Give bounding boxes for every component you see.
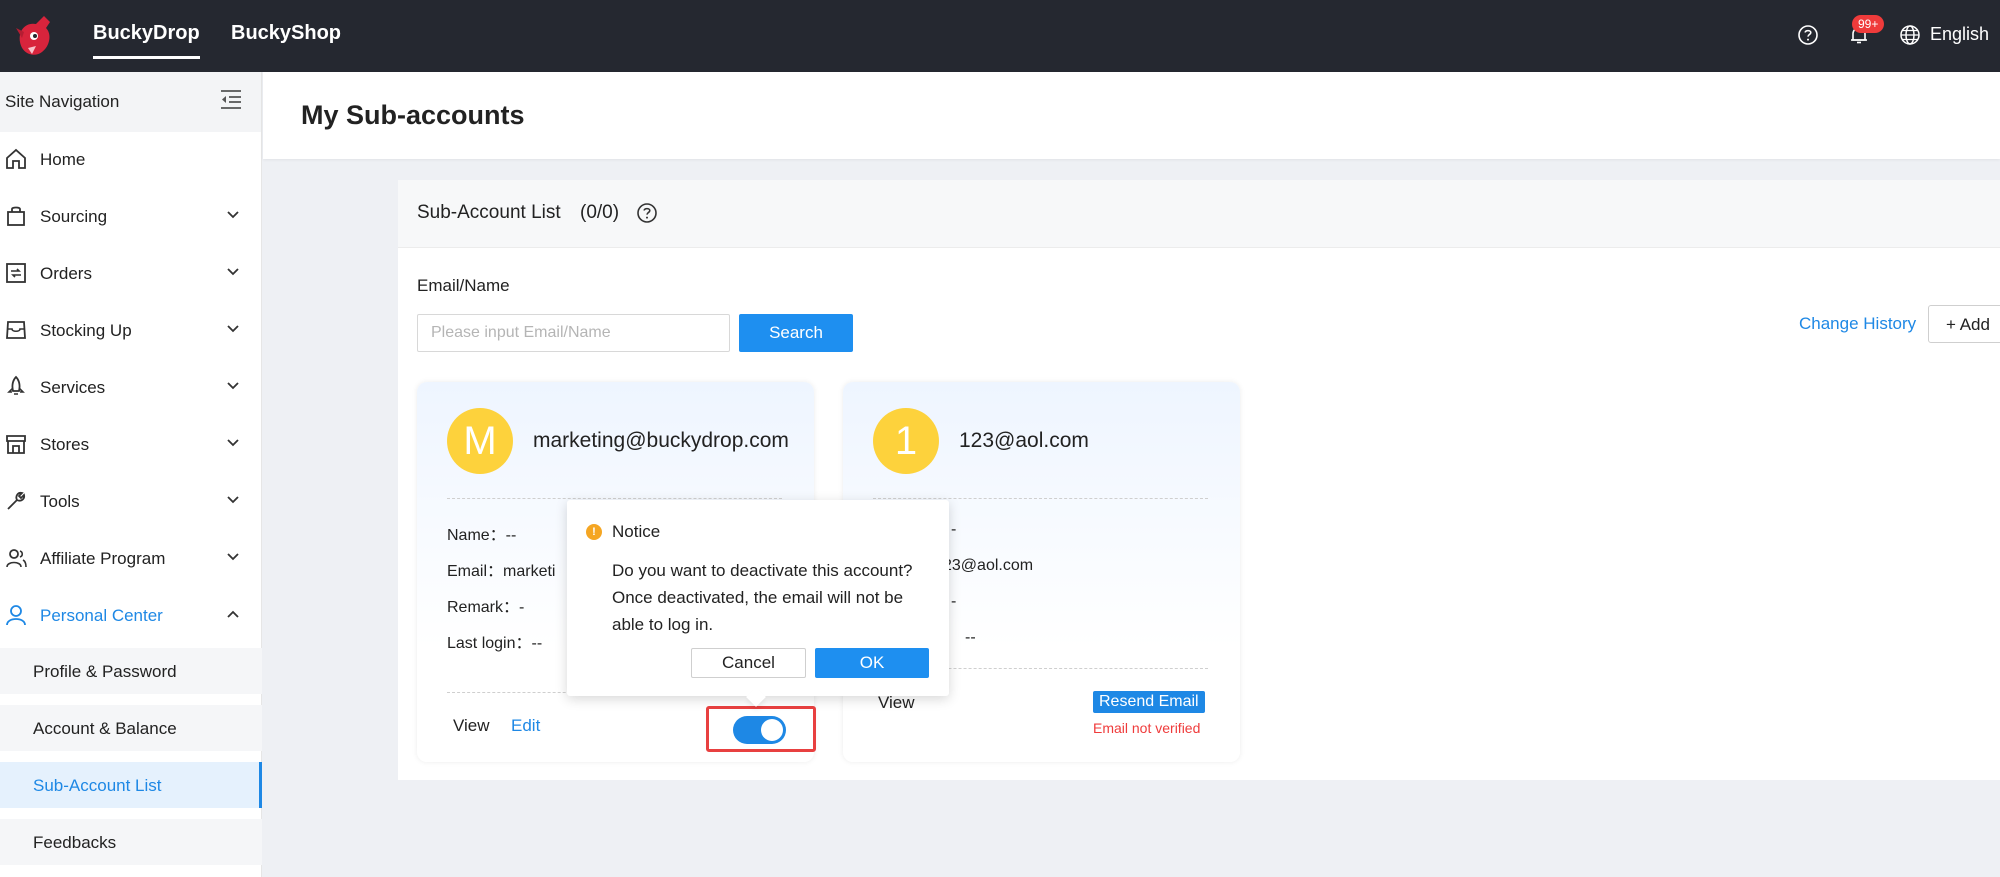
inbox-icon [6,321,26,339]
sidebar-item-label: Home [40,150,86,169]
sidebar-item-label: Sourcing [40,207,108,226]
sidebar-item-services[interactable]: Services [0,364,262,410]
sidebar-subitem-sub-account-list[interactable]: Sub-Account List [0,762,262,808]
globe-icon[interactable] [1899,24,1921,46]
avatar: M [447,408,513,474]
sidebar-subitem-label: Sub-Account List [33,776,162,795]
tab-buckyshop[interactable]: BuckyShop [231,22,341,45]
account-active-toggle[interactable] [733,716,786,744]
popover-message: Do you want to deactivate this account? … [612,561,913,634]
warning-icon: ! [586,524,602,540]
collapse-menu-icon[interactable] [219,88,243,110]
user-icon [6,605,26,626]
language-selector[interactable]: English [1930,24,1989,45]
page-title: My Sub-accounts [301,100,525,130]
sidebar-item-personal-center[interactable]: Personal Center [0,592,262,638]
sidebar-subitem-label: Profile & Password [33,662,177,681]
notification-badge: 99+ [1852,15,1885,33]
status-text: Email not verified [1093,720,1201,736]
resend-email-button[interactable]: Resend Email [1093,691,1205,713]
account-email-detail: 23@aol.com [943,557,1034,574]
account-email: 123@aol.com [959,429,1089,452]
account-name: Name：-- [447,527,517,544]
cancel-button[interactable]: Cancel [691,648,806,678]
wrench-icon [7,491,26,510]
home-icon [6,148,26,169]
view-link[interactable]: View [878,693,915,713]
sidebar-subitem-label: Account & Balance [33,719,177,738]
page-header: My Sub-accounts [263,72,2000,159]
sidebar-item-stores[interactable]: Stores [0,421,262,467]
toggle-highlight [706,706,816,752]
sidebar-item-tools[interactable]: Tools [0,478,262,524]
sidebar-item-sourcing[interactable]: Sourcing [0,193,262,239]
popover-title: Notice [612,522,661,541]
chevron-down-icon [227,268,239,276]
edit-link[interactable]: Edit [511,716,540,736]
divider [873,498,1208,499]
chevron-down-icon [227,211,239,219]
top-bar: BuckyDrop BuckyShop 99+ English [0,0,2000,72]
deactivate-confirm-popover: ! Notice Do you want to deactivate this … [567,500,949,696]
chevron-down-icon [227,382,239,390]
account-count: (0/0) [580,202,620,223]
account-email-detail: Email：marketi [447,563,556,580]
account-name: - [951,521,957,538]
account-last-login: Last login：-- [447,635,543,652]
sidebar-item-label: Tools [40,492,80,511]
sidebar-subitem-account-balance[interactable]: Account & Balance [0,705,262,751]
toggle-knob [761,719,783,741]
sidebar: Site Navigation Home Sourcing Orders Sto… [0,72,262,877]
search-input[interactable] [417,314,730,352]
sidebar-item-label: Personal Center [40,606,163,625]
sidebar-header: Site Navigation [0,72,261,132]
tab-buckydrop[interactable]: BuckyDrop [93,22,200,59]
chevron-up-icon [227,610,239,618]
orders-icon [6,263,26,283]
sidebar-item-home[interactable]: Home [0,136,262,182]
bag-icon [7,206,25,226]
panel-title: Sub-Account List [417,202,561,223]
sidebar-subitem-profile-password[interactable]: Profile & Password [0,648,262,694]
divider [447,498,782,499]
account-last-login: -- [965,629,976,646]
help-icon[interactable] [636,202,658,224]
sidebar-item-label: Stores [40,435,90,454]
sidebar-item-orders[interactable]: Orders [0,250,262,296]
sidebar-title: Site Navigation [5,92,120,111]
rocket-icon [7,375,25,395]
add-button[interactable]: + Add [1928,305,2000,343]
ok-button[interactable]: OK [815,648,929,678]
chevron-down-icon [227,496,239,504]
sidebar-subitem-feedbacks[interactable]: Feedbacks [0,819,262,865]
buckydrop-logo[interactable] [12,12,58,60]
help-icon[interactable] [1797,24,1819,46]
sidebar-item-affiliate-program[interactable]: Affiliate Program [0,535,262,581]
panel-header: Sub-Account List (0/0) [398,180,2000,248]
chevron-down-icon [227,439,239,447]
sidebar-item-label: Affiliate Program [40,549,166,568]
avatar: 1 [873,408,939,474]
sidebar-item-label: Orders [40,264,92,283]
account-email: marketing@buckydrop.com [533,429,789,452]
chevron-down-icon [227,325,239,333]
filter-label: Email/Name [417,276,510,295]
sidebar-subitem-label: Feedbacks [33,833,117,852]
account-remark: Remark：- [447,599,525,616]
search-button[interactable]: Search [739,314,853,352]
store-icon [6,435,26,454]
sidebar-item-stocking-up[interactable]: Stocking Up [0,307,262,353]
sidebar-item-label: Services [40,378,106,397]
sidebar-item-label: Stocking Up [40,321,132,340]
change-history-link[interactable]: Change History [1799,314,1916,334]
chevron-down-icon [227,553,239,561]
users-icon [6,549,27,568]
account-remark: - [951,593,957,610]
view-link[interactable]: View [453,716,490,736]
